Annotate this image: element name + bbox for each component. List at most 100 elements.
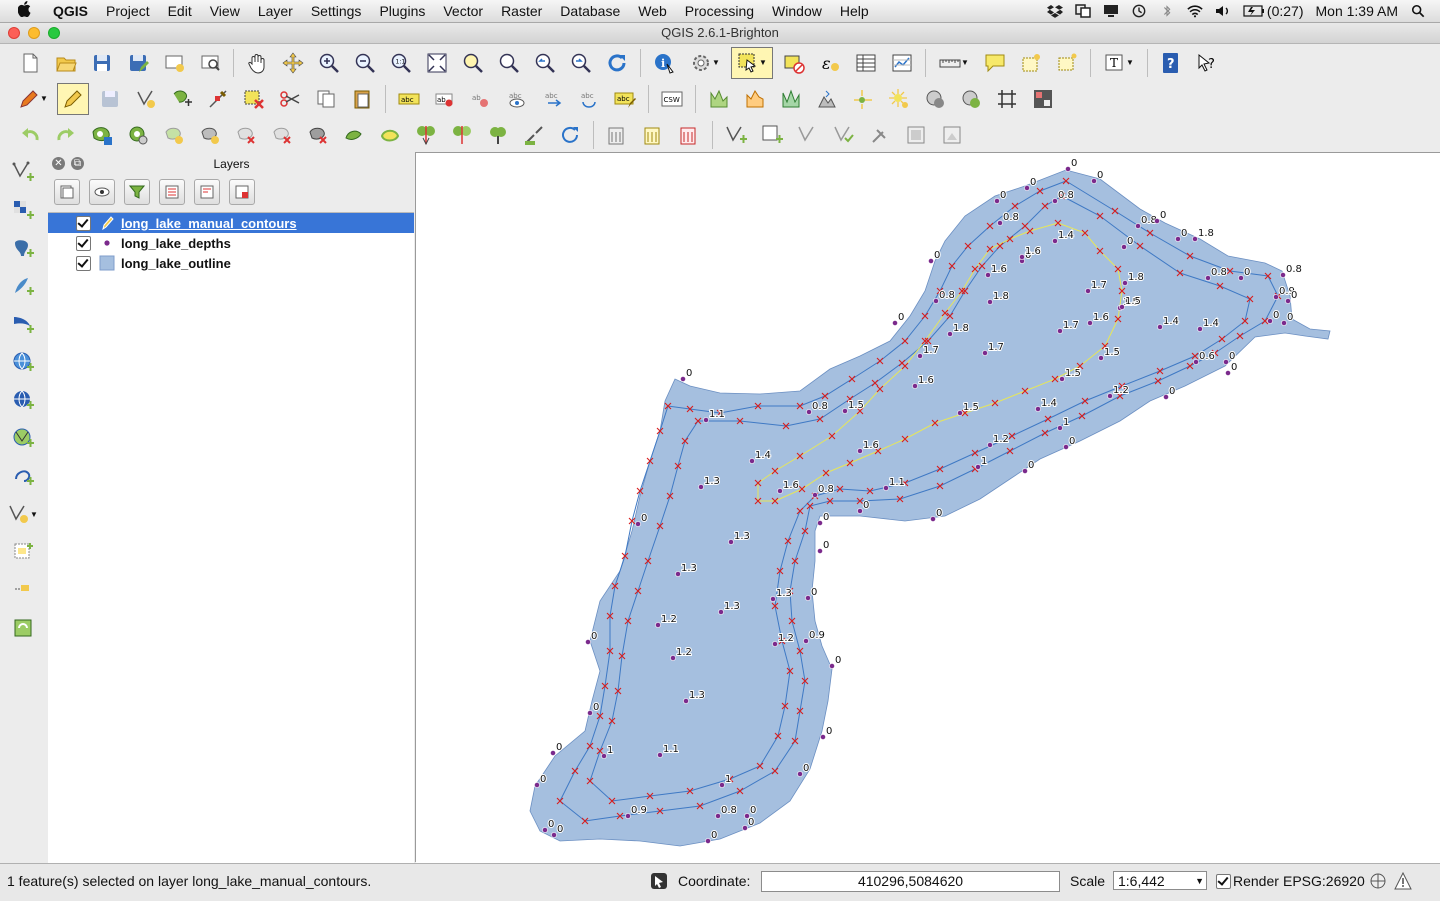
interpolation-button[interactable] (776, 84, 806, 114)
add-wcs-layer-button[interactable] (8, 385, 38, 415)
add-feature-button[interactable] (131, 84, 161, 114)
apple-menu-icon[interactable] (14, 1, 36, 21)
new-bookmark-button[interactable] (1016, 48, 1046, 78)
save-project-button[interactable] (87, 48, 117, 78)
change-label-button[interactable]: abc (610, 84, 640, 114)
render-checkbox[interactable] (1216, 874, 1231, 889)
vector-select-button[interactable] (793, 120, 823, 150)
add-virtual-layer-button[interactable] (8, 613, 38, 643)
text-annotation-button[interactable]: T ▼ (1099, 48, 1139, 78)
add-oracle-layer-button[interactable] (8, 575, 38, 605)
close-panel-icon[interactable]: ✕ (52, 157, 65, 170)
layer-row-long-lake-depths[interactable]: long_lake_depths (48, 233, 414, 253)
layer-row-long-lake-outline[interactable]: long_lake_outline (48, 253, 414, 273)
merge-attributes-button[interactable] (519, 120, 549, 150)
display-icon[interactable] (1103, 4, 1119, 18)
menu-web[interactable]: Web (629, 3, 676, 19)
sync-icon[interactable] (1075, 4, 1091, 18)
vector-check-button[interactable] (829, 120, 859, 150)
add-spatialite-layer-button[interactable] (8, 271, 38, 301)
menu-window[interactable]: Window (763, 3, 831, 19)
node-tool-button[interactable] (203, 84, 233, 114)
copy-features-button[interactable] (311, 84, 341, 114)
reshape-features-button[interactable] (339, 120, 369, 150)
csw-client-button[interactable]: CSW (657, 84, 687, 114)
menu-layer[interactable]: Layer (249, 3, 302, 19)
refresh-button[interactable] (602, 48, 632, 78)
new-spatialite-button[interactable] (757, 120, 787, 150)
split-parts-button[interactable] (447, 120, 477, 150)
merge-features-button[interactable] (483, 120, 513, 150)
help-contents-button[interactable]: ? (1156, 48, 1186, 78)
window-minimize-button[interactable] (28, 27, 40, 39)
grid-button[interactable] (992, 84, 1022, 114)
dropbox-icon[interactable] (1046, 4, 1063, 18)
battery-icon[interactable] (1243, 4, 1265, 18)
add-postgis-layer-button[interactable] (8, 233, 38, 263)
menu-settings[interactable]: Settings (302, 3, 371, 19)
bluetooth-icon[interactable] (1159, 4, 1175, 18)
menu-vector[interactable]: Vector (434, 3, 492, 19)
add-delimited-text-layer-button[interactable] (8, 461, 38, 491)
split-features-button[interactable] (411, 120, 441, 150)
zoom-actual-size-button[interactable]: 1:1 (386, 48, 416, 78)
menu-app-qgis[interactable]: QGIS (44, 3, 97, 19)
wifi-icon[interactable] (1187, 4, 1203, 18)
topology-checker-button[interactable] (956, 84, 986, 114)
open-project-button[interactable] (51, 48, 81, 78)
spatial-query-button[interactable] (920, 84, 950, 114)
delete-selected-button[interactable] (239, 84, 269, 114)
lake-outline-polygon[interactable] (529, 169, 1331, 847)
field-calculator-button[interactable]: ε (815, 48, 845, 78)
layer-visibility-checkbox[interactable] (76, 215, 91, 231)
paste-features-button[interactable] (347, 84, 377, 114)
pan-map-button[interactable] (242, 48, 272, 78)
menu-plugins[interactable]: Plugins (370, 3, 434, 19)
zoom-to-layer-button[interactable] (494, 48, 524, 78)
layer-visibility-checkbox[interactable] (76, 255, 91, 271)
remove-layer-button[interactable] (229, 179, 255, 205)
open-attribute-table-button[interactable] (851, 48, 881, 78)
georeferencer-button[interactable] (704, 84, 734, 114)
delete-ring-button[interactable] (231, 120, 261, 150)
zoom-to-selection-button[interactable] (458, 48, 488, 78)
collapse-all-button[interactable] (194, 179, 220, 205)
redo-button[interactable] (51, 120, 81, 150)
save-project-as-button[interactable] (123, 48, 153, 78)
depth-point[interactable]: 0 (1065, 157, 1078, 172)
gps-tool-button[interactable] (865, 120, 895, 150)
add-mssql-layer-button[interactable] (8, 309, 38, 339)
layer-labeling-options-button[interactable]: abc (394, 84, 424, 114)
zoom-full-button[interactable] (422, 48, 452, 78)
show-bookmarks-button[interactable] (1052, 48, 1082, 78)
select-features-button[interactable]: ▼ (731, 46, 773, 79)
add-wfs-layer-button[interactable] (8, 423, 38, 453)
oracle-layer-button[interactable] (602, 120, 632, 150)
depth-point[interactable]: 0 (817, 539, 830, 554)
new-shapefile-layer-button[interactable]: ▼ (8, 499, 38, 529)
crs-status-button[interactable]: EPSG:26920 (1283, 873, 1365, 889)
composer-manager-button[interactable] (195, 48, 225, 78)
depth-point[interactable]: 0.8 (1280, 263, 1303, 278)
spatialite-layer-button[interactable] (638, 120, 668, 150)
time-machine-icon[interactable] (1131, 4, 1147, 18)
delete-part-button[interactable] (267, 120, 297, 150)
add-raster-layer-button[interactable] (8, 195, 38, 225)
menu-database[interactable]: Database (551, 3, 629, 19)
scale-combobox[interactable]: 1:6,442 ▼ (1113, 871, 1207, 890)
map-tips-button[interactable] (980, 48, 1010, 78)
volume-icon[interactable] (1215, 4, 1231, 18)
window-zoom-button[interactable] (48, 27, 60, 39)
move-feature-button[interactable] (167, 84, 197, 114)
deselect-features-button[interactable] (779, 48, 809, 78)
toggle-extents-mouse-icon[interactable] (650, 872, 668, 890)
undo-button[interactable] (15, 120, 45, 150)
delete-ring-2-button[interactable] (303, 120, 333, 150)
add-ring-button[interactable] (87, 120, 117, 150)
new-shapefile-button[interactable] (721, 120, 751, 150)
add-group-button[interactable] (54, 179, 80, 205)
mssql-layer-button[interactable] (674, 120, 704, 150)
heatmap-button[interactable] (740, 84, 770, 114)
expand-all-button[interactable] (159, 179, 185, 205)
highlight-pinned-labels-button[interactable]: ab (466, 84, 496, 114)
